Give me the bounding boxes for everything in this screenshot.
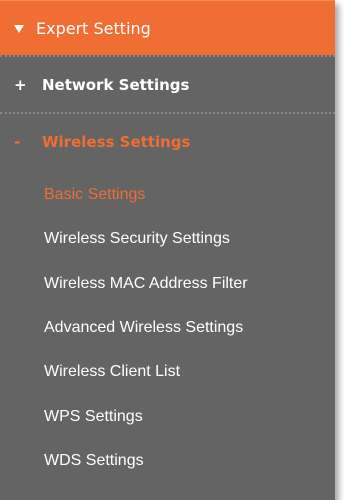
submenu-wireless-security-settings[interactable]: Wireless Security Settings [0,217,335,261]
network-settings-label: Network Settings [42,75,190,94]
submenu-basic-settings[interactable]: Basic Settings [0,173,335,217]
submenu-wds-settings[interactable]: WDS Settings [0,439,335,483]
wireless-submenu: Basic Settings Wireless Security Setting… [0,169,335,483]
expert-setting-title: Expert Setting [36,18,151,38]
wireless-settings-label: Wireless Settings [42,132,191,151]
menu-wireless-settings[interactable]: - Wireless Settings [0,114,335,169]
submenu-wps-settings[interactable]: WPS Settings [0,394,335,438]
submenu-wireless-client-list[interactable]: Wireless Client List [0,350,335,394]
triangle-down-icon [14,25,24,33]
menu-network-settings[interactable]: + Network Settings [0,57,335,112]
expert-setting-header[interactable]: Expert Setting [0,0,335,55]
submenu-advanced-wireless-settings[interactable]: Advanced Wireless Settings [0,306,335,350]
plus-icon: + [14,75,27,94]
expert-setting-menu: Expert Setting + Network Settings - Wire… [0,0,335,500]
submenu-wireless-mac-address-filter[interactable]: Wireless MAC Address Filter [0,262,335,306]
minus-icon: - [14,132,21,151]
